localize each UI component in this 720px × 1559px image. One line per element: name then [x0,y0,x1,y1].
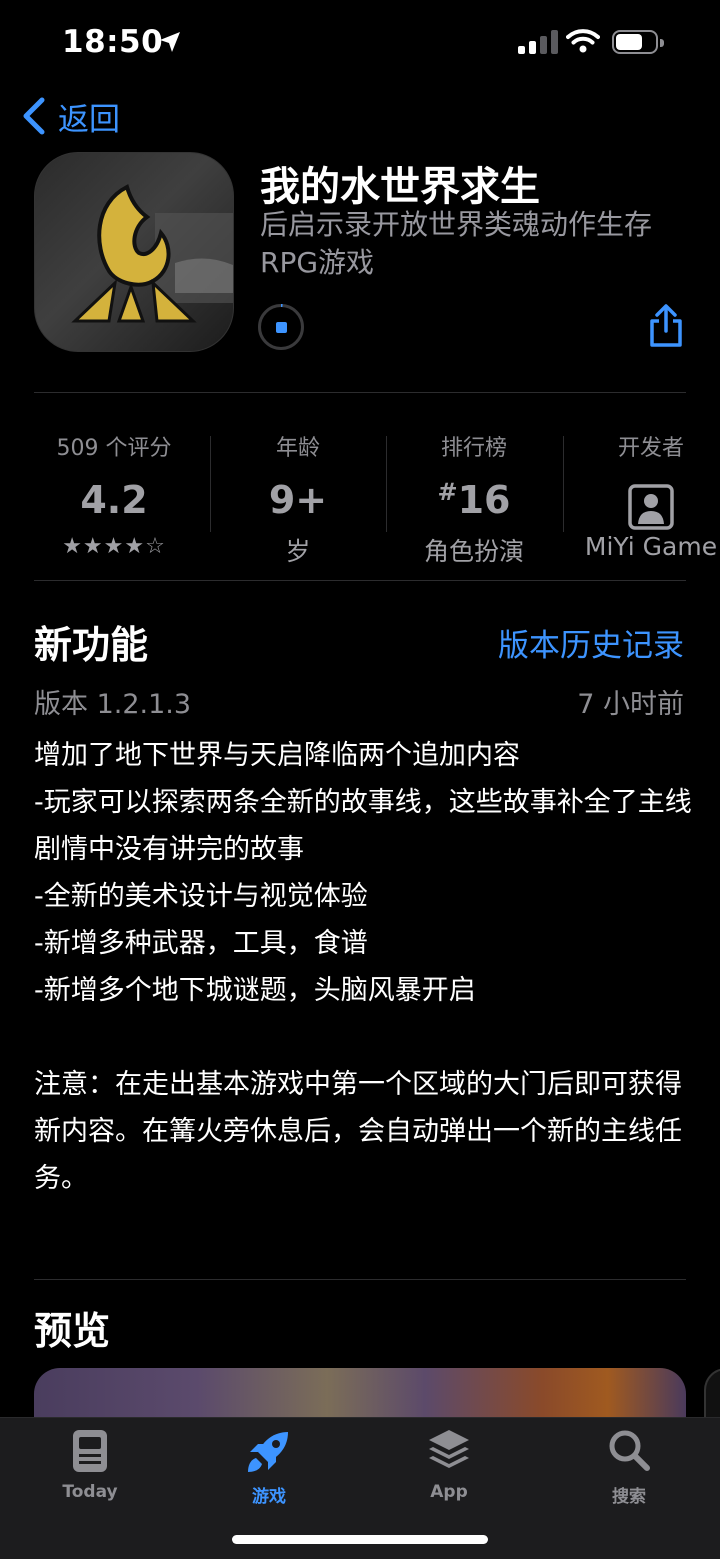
info-row: 509 个评分 4.2 ★★★★☆ 年龄 9+ 岁 排行榜 #16 角色扮演 开… [0,418,720,568]
tab-games-label: 游戏 [252,1487,286,1507]
person-icon [628,484,674,530]
whats-new-title: 新功能 [34,623,149,667]
tab-apps-label: App [430,1482,468,1502]
tab-search-label: 搜索 [612,1487,646,1507]
version-history-link[interactable]: 版本历史记录 [498,620,684,665]
back-label: 返回 [58,101,120,138]
app-title: 我的水世界求生 [260,164,540,210]
rating-value: 4.2 [80,478,148,522]
chart-label: 排行榜 [440,436,507,461]
download-progress-button[interactable] [258,304,304,350]
release-notes: 增加了地下世界与天启降临两个追加内容 -玩家可以探索两条全新的故事线，这些故事补… [34,740,692,1194]
search-icon [609,1430,650,1471]
ratings-column[interactable]: 509 个评分 4.2 ★★★★☆ [26,418,202,559]
status-time: 18:50 [62,24,164,60]
ratings-label: 509 个评分 [56,436,172,461]
home-indicator[interactable] [232,1535,488,1544]
divider [34,392,686,393]
chart-rank: #16 [386,478,562,524]
rocket-icon [248,1432,288,1472]
chevron-left-icon [23,97,45,135]
tab-today-label: Today [62,1482,118,1502]
wifi-icon [566,29,600,53]
chart-rank-number: 16 [457,478,511,522]
age-unit: 岁 [285,537,311,566]
tab-today[interactable]: Today [30,1426,150,1502]
update-time: 7 小时前 [577,689,684,720]
stop-icon [276,322,287,333]
developer-label: 开发者 [617,436,684,461]
location-arrow-icon [160,32,180,52]
age-label: 年龄 [275,436,320,461]
developer-avatar [563,478,720,530]
app-stack-icon [429,1430,469,1468]
developer-name: MiYi Game [584,532,718,561]
status-bar: 18:50 [0,0,720,88]
tab-apps[interactable]: App [389,1426,509,1502]
rating-stars: ★★★★☆ [62,534,166,559]
divider [34,1279,686,1280]
battery-icon [612,30,664,54]
tab-search[interactable]: 搜索 [569,1426,689,1507]
divider [34,580,686,581]
preview-title: 预览 [34,1309,111,1353]
app-icon [34,152,234,352]
age-column[interactable]: 年龄 9+ 岁 [210,418,386,568]
chart-column[interactable]: 排行榜 #16 角色扮演 [386,418,562,568]
share-icon[interactable] [648,304,684,348]
tab-games[interactable]: 游戏 [209,1426,329,1507]
age-value: 9+ [268,478,328,522]
developer-column[interactable]: 开发者 MiYi Game [563,418,720,561]
app-subtitle: 后启示录开放世界类魂动作生存RPG游戏 [260,208,653,279]
chart-hash: # [437,478,458,506]
today-icon [73,1430,107,1472]
cellular-signal-icon [518,30,560,54]
back-button[interactable]: 返回 [22,94,120,138]
version-label: 版本 1.2.1.3 [34,689,192,720]
chart-category: 角色扮演 [423,537,524,566]
